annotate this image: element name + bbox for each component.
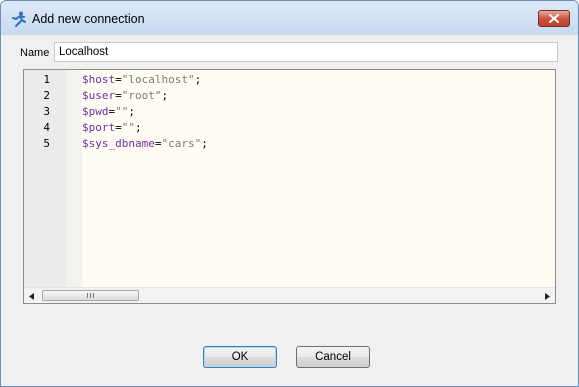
scroll-right-button[interactable] xyxy=(539,288,555,303)
grip-icon xyxy=(86,293,95,298)
code-line: $host="localhost"; xyxy=(82,73,201,86)
code-string: "root" xyxy=(121,89,162,102)
name-input[interactable] xyxy=(54,42,558,62)
code-variable: $port xyxy=(82,121,116,134)
cancel-button[interactable]: Cancel xyxy=(296,346,370,368)
code-semicolon: ; xyxy=(201,137,208,150)
code-line: $pwd=""; xyxy=(82,105,135,118)
code-operator: = xyxy=(115,89,122,102)
code-string: "cars" xyxy=(161,137,202,150)
close-icon xyxy=(549,10,559,28)
window-title: Add new connection xyxy=(32,12,145,26)
connection-icon xyxy=(10,10,28,28)
code-variable: $sys_dbname xyxy=(82,137,155,150)
title-bar[interactable]: Add new connection xyxy=(1,1,578,35)
horizontal-scrollbar[interactable] xyxy=(24,287,555,303)
code-variable: $pwd xyxy=(82,105,109,118)
code-semicolon: ; xyxy=(128,105,135,118)
line-number: 4 xyxy=(43,121,50,134)
arrow-right-icon xyxy=(544,287,550,304)
code-editor[interactable]: 1 2 3 4 5 $host="localhost"; $user="root… xyxy=(23,69,556,304)
dialog-window: Add new connection Name 1 2 3 4 5 $host=… xyxy=(0,0,579,387)
scroll-left-button[interactable] xyxy=(24,288,40,303)
code-string: "" xyxy=(115,105,129,118)
code-line: $port=""; xyxy=(82,121,142,134)
scrollbar-thumb[interactable] xyxy=(42,290,139,301)
arrow-left-icon xyxy=(29,287,35,304)
fold-margin xyxy=(66,70,82,288)
line-number: 2 xyxy=(43,89,50,102)
dialog-body: Name 1 2 3 4 5 $host="localhost"; $user=… xyxy=(8,35,571,379)
code-string: "localhost" xyxy=(121,73,195,86)
code-semicolon: ; xyxy=(161,89,169,102)
line-number-gutter xyxy=(24,70,66,288)
ok-button[interactable]: OK xyxy=(203,346,277,368)
code-operator: = xyxy=(115,73,122,86)
code-string: "" xyxy=(121,121,135,134)
code-operator: = xyxy=(115,121,122,134)
close-button[interactable] xyxy=(538,10,570,27)
code-variable: $user xyxy=(82,89,116,102)
code-semicolon: ; xyxy=(194,73,202,86)
line-number: 1 xyxy=(43,73,50,86)
line-number: 5 xyxy=(43,137,50,150)
name-label: Name xyxy=(20,47,50,59)
code-line: $user="root"; xyxy=(82,89,168,102)
code-line: $sys_dbname="cars"; xyxy=(82,137,208,150)
line-number: 3 xyxy=(43,105,50,118)
code-semicolon: ; xyxy=(135,121,142,134)
code-variable: $host xyxy=(82,73,116,86)
